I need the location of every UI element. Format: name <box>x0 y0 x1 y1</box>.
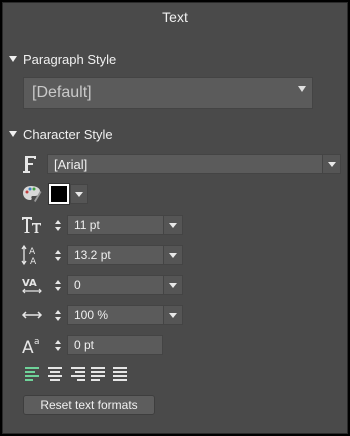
line-spacing-icon: A A <box>21 244 43 266</box>
justify-icon[interactable] <box>91 367 107 381</box>
font-family-select[interactable]: [Arial] <box>47 154 341 174</box>
alignment-group <box>25 367 129 381</box>
font-size-icon <box>21 215 43 235</box>
baseline-shift-input[interactable]: 0 pt <box>67 335 163 355</box>
paragraph-style-value: [Default] <box>32 84 92 101</box>
paragraph-style-header[interactable]: Paragraph Style <box>9 50 116 68</box>
line-height-value: 13.2 pt <box>74 248 111 262</box>
align-center-icon[interactable] <box>47 367 63 381</box>
character-style-header[interactable]: Character Style <box>9 125 113 143</box>
font-size-value: 11 pt <box>74 218 100 232</box>
svg-text:A: A <box>22 338 34 356</box>
tracking-icon: VA <box>21 275 43 295</box>
horizontal-scale-dropdown[interactable] <box>163 305 183 325</box>
horizontal-scale-icon <box>21 305 43 325</box>
baseline-shift-value: 0 pt <box>74 338 95 352</box>
svg-text:A: A <box>29 247 36 257</box>
chevron-down-icon[interactable] <box>322 155 340 173</box>
baseline-shift-icon: A a <box>21 334 43 356</box>
text-panel: Text Paragraph Style [Default] Character… <box>2 2 348 434</box>
tracking-value: 0 <box>74 278 81 292</box>
paragraph-style-dropdown[interactable]: [Default] <box>23 77 313 109</box>
character-style-label: Character Style <box>23 126 113 142</box>
font-family-value: [Arial] <box>54 156 88 172</box>
font-size-spinner[interactable] <box>49 215 67 235</box>
svg-text:VA: VA <box>22 278 37 289</box>
horizontal-scale-spinner[interactable] <box>49 305 67 325</box>
panel-title: Text <box>162 9 188 25</box>
text-color-dropdown[interactable] <box>70 184 88 204</box>
align-right-icon[interactable] <box>69 367 85 381</box>
line-height-dropdown[interactable] <box>163 245 183 265</box>
font-size-dropdown[interactable] <box>163 215 183 235</box>
collapse-triangle-icon <box>9 131 17 137</box>
chevron-down-icon <box>298 86 306 92</box>
collapse-triangle-icon <box>9 56 17 62</box>
tracking-dropdown[interactable] <box>163 275 183 295</box>
line-height-spinner[interactable] <box>49 245 67 265</box>
justify-all-icon[interactable] <box>113 367 129 381</box>
svg-text:A: A <box>30 257 37 266</box>
align-left-icon[interactable] <box>25 367 41 381</box>
horizontal-scale-value: 100 % <box>74 308 109 322</box>
paragraph-style-label: Paragraph Style <box>23 51 117 67</box>
font-family-icon <box>21 153 39 175</box>
palette-icon <box>21 183 43 205</box>
svg-text:a: a <box>34 337 40 347</box>
text-color-swatch[interactable] <box>48 183 70 205</box>
baseline-shift-spinner[interactable] <box>49 335 67 355</box>
reset-text-formats-button[interactable]: Reset text formats <box>23 395 155 415</box>
tracking-spinner[interactable] <box>49 275 67 295</box>
